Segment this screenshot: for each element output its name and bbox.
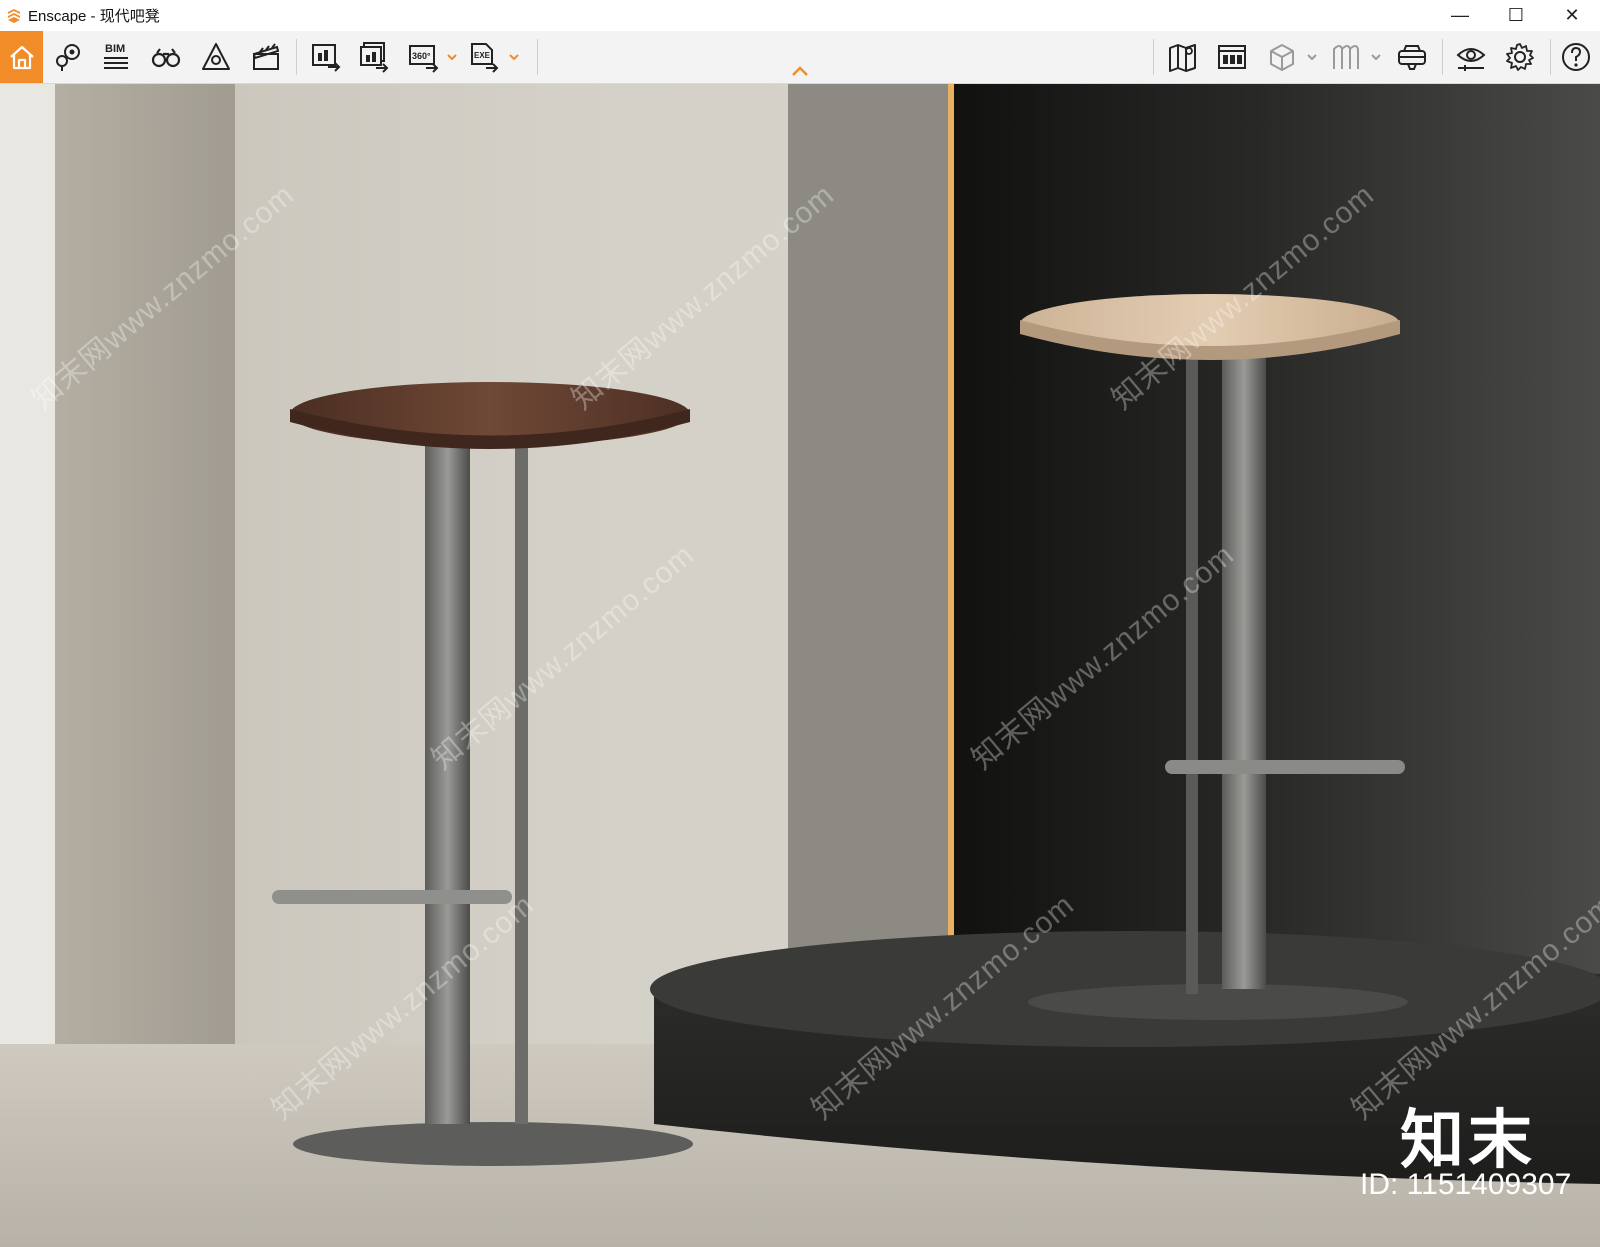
- views-button[interactable]: [48, 37, 88, 77]
- toolbar-divider: [537, 39, 538, 75]
- toolbar-divider: [1442, 39, 1443, 75]
- cube-view-icon: [1270, 44, 1294, 71]
- title-separator: -: [86, 8, 100, 25]
- panorama-label: 360°: [412, 51, 431, 61]
- walk-mode-button[interactable]: [146, 37, 186, 77]
- annotation-dropdown-chevron-icon[interactable]: [1370, 49, 1382, 65]
- sun-triangle-icon: [202, 43, 230, 70]
- rendered-scene: [0, 84, 1600, 1247]
- collapse-toolbar-chevron-icon[interactable]: [790, 64, 810, 78]
- enscape-logo-icon: [8, 8, 20, 23]
- app-name: Enscape: [28, 8, 87, 25]
- collaborative-annotation-button[interactable]: [1326, 37, 1366, 77]
- clapperboard-icon: [252, 43, 280, 70]
- atmosphere-button[interactable]: [196, 37, 236, 77]
- help-icon: [1562, 43, 1590, 71]
- bim-button[interactable]: BIM: [96, 37, 136, 77]
- bim-label: BIM: [105, 43, 125, 55]
- video-editor-button[interactable]: [246, 37, 286, 77]
- view-dropdown-chevron-icon[interactable]: [1306, 49, 1318, 65]
- asset-library-button[interactable]: [1212, 37, 1252, 77]
- render-screenshot-icon: [312, 44, 341, 72]
- collaborative-annotation-icon: [1333, 45, 1359, 69]
- export-label: EXE: [474, 51, 491, 60]
- batch-render-button[interactable]: [354, 37, 394, 77]
- panorama-360-icon: 360°: [409, 45, 439, 73]
- orthographic-view-button[interactable]: [1262, 37, 1302, 77]
- vr-headset-icon: [1398, 45, 1426, 70]
- vr-headset-button[interactable]: [1392, 37, 1432, 77]
- document-title: 现代吧凳: [99, 8, 160, 25]
- help-button[interactable]: [1556, 37, 1596, 77]
- home-icon: [9, 45, 34, 70]
- panorama-dropdown-chevron-icon[interactable]: [446, 49, 458, 65]
- bim-icon: BIM: [104, 43, 128, 69]
- visual-settings-eye-icon: [1456, 48, 1486, 71]
- asset-id-label: ID: 1151409307: [1360, 1168, 1572, 1201]
- close-button[interactable]: ✕: [1544, 0, 1600, 31]
- binoculars-icon: [151, 48, 181, 68]
- export-exe-icon: EXE: [471, 43, 499, 73]
- toolbar-divider: [1153, 39, 1154, 75]
- asset-library-icon: [1218, 45, 1246, 69]
- settings-button[interactable]: [1500, 37, 1540, 77]
- map-icon: [1169, 44, 1196, 72]
- minimize-button[interactable]: —: [1432, 0, 1488, 31]
- window-controls: — ☐ ✕: [1432, 0, 1600, 31]
- panorama-button[interactable]: 360°: [404, 37, 444, 77]
- map-button[interactable]: [1163, 37, 1203, 77]
- render-viewport[interactable]: 知末网www.znzmo.com 知末网www.znzmo.com 知末网www…: [0, 84, 1600, 1247]
- screenshot-button[interactable]: [306, 37, 346, 77]
- export-dropdown-chevron-icon[interactable]: [508, 49, 520, 65]
- home-button[interactable]: [0, 31, 43, 83]
- map-pin-icon: [56, 44, 80, 71]
- export-button[interactable]: EXE: [464, 37, 504, 77]
- toolbar-divider: [1550, 39, 1551, 75]
- title-bar: Enscape - 现代吧凳 — ☐ ✕: [0, 0, 1600, 31]
- visual-settings-button[interactable]: [1451, 37, 1491, 77]
- gear-icon: [1506, 43, 1534, 71]
- toolbar-divider: [296, 39, 297, 75]
- batch-render-icon: [360, 42, 389, 73]
- maximize-button[interactable]: ☐: [1488, 0, 1544, 31]
- window-title: Enscape - 现代吧凳: [28, 5, 160, 26]
